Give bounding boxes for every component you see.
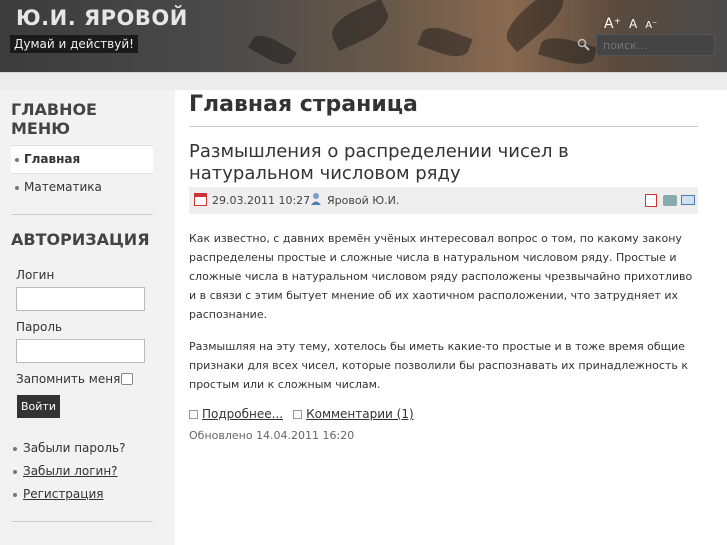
header-decoration — [326, 0, 394, 52]
link-label: Регистрация — [23, 487, 104, 501]
comments-icon — [293, 409, 303, 419]
divider — [11, 521, 153, 522]
article-paragraph: Размышляя на эту тему, хотелось бы иметь… — [189, 340, 688, 391]
register-link[interactable]: Регистрация — [13, 487, 125, 510]
article-paragraph: Как известно, с давних времён учёных инт… — [189, 232, 693, 321]
header-decoration — [417, 22, 473, 62]
header-decoration — [248, 30, 297, 70]
header-bottom-bar — [0, 72, 727, 90]
font-reset-button[interactable]: A — [629, 17, 637, 31]
site-header: Ю.И. ЯРОВОЙ Думай и действуй! A⁺ A A⁻ — [0, 0, 727, 72]
search-icon — [577, 38, 590, 51]
user-icon — [311, 193, 321, 205]
site-slogan: Думай и действуй! — [10, 35, 138, 53]
article-links: Подробнее... Комментарии (1) — [189, 407, 424, 421]
bullet-icon — [13, 469, 17, 474]
password-label: Пароль — [16, 320, 63, 334]
remember-label: Запомнить меня — [16, 372, 121, 386]
bullet-icon — [15, 157, 19, 162]
bullet-icon — [13, 446, 17, 451]
search-input[interactable] — [596, 34, 715, 56]
account-links: Забыли пароль? Забыли логин? Регистрация — [13, 441, 125, 510]
read-more-link[interactable]: Подробнее... — [202, 407, 283, 421]
article-title[interactable]: Размышления о распределении чисел в нату… — [189, 141, 699, 185]
login-field[interactable] — [16, 287, 145, 311]
forgot-login-link[interactable]: Забыли логин? — [13, 464, 125, 487]
bullet-icon — [13, 492, 17, 497]
forgot-password-link[interactable]: Забыли пароль? — [13, 441, 125, 464]
menu-item-label: Главная — [24, 152, 81, 166]
article-date: 29.03.2011 10:27 — [212, 194, 311, 207]
login-label: Логин — [16, 268, 55, 282]
remember-checkbox[interactable] — [121, 373, 133, 385]
article-author: Яровой Ю.И. — [327, 194, 400, 207]
auth-title: АВТОРИЗАЦИЯ — [11, 230, 150, 249]
title-divider — [189, 126, 698, 127]
pdf-icon[interactable] — [645, 194, 657, 207]
login-button[interactable]: Войти — [17, 395, 60, 418]
article-meta-bar: 29.03.2011 10:27 Яровой Ю.И. — [189, 187, 698, 214]
comments-link[interactable]: Комментарии (1) — [306, 407, 414, 421]
print-icon[interactable] — [663, 195, 677, 206]
link-label: Забыли пароль? — [23, 441, 126, 455]
main-menu-title: ГЛАВНОЕ МЕНЮ — [11, 100, 97, 138]
divider — [11, 214, 153, 215]
email-icon[interactable] — [681, 195, 695, 205]
menu-item-mathematics[interactable]: Математика — [11, 173, 153, 201]
menu-item-label: Математика — [24, 180, 102, 194]
calendar-icon — [194, 193, 207, 206]
read-more-icon — [189, 409, 198, 419]
font-increase-button[interactable]: A⁺ — [604, 16, 621, 32]
font-decrease-button[interactable]: A⁻ — [645, 20, 657, 31]
updated-date: Обновлено 14.04.2011 16:20 — [189, 429, 355, 442]
menu-item-home[interactable]: Главная — [11, 145, 153, 173]
sidebar: ГЛАВНОЕ МЕНЮ Главная Математика АВТОРИЗА… — [0, 90, 175, 545]
font-size-tools: A⁺ A A⁻ — [604, 16, 657, 32]
main-menu: Главная Математика — [11, 145, 153, 201]
bullet-icon — [15, 185, 19, 190]
site-title[interactable]: Ю.И. ЯРОВОЙ — [16, 6, 188, 30]
page-title: Главная страница — [189, 92, 418, 117]
password-field[interactable] — [16, 339, 145, 363]
link-label: Забыли логин? — [23, 464, 118, 478]
